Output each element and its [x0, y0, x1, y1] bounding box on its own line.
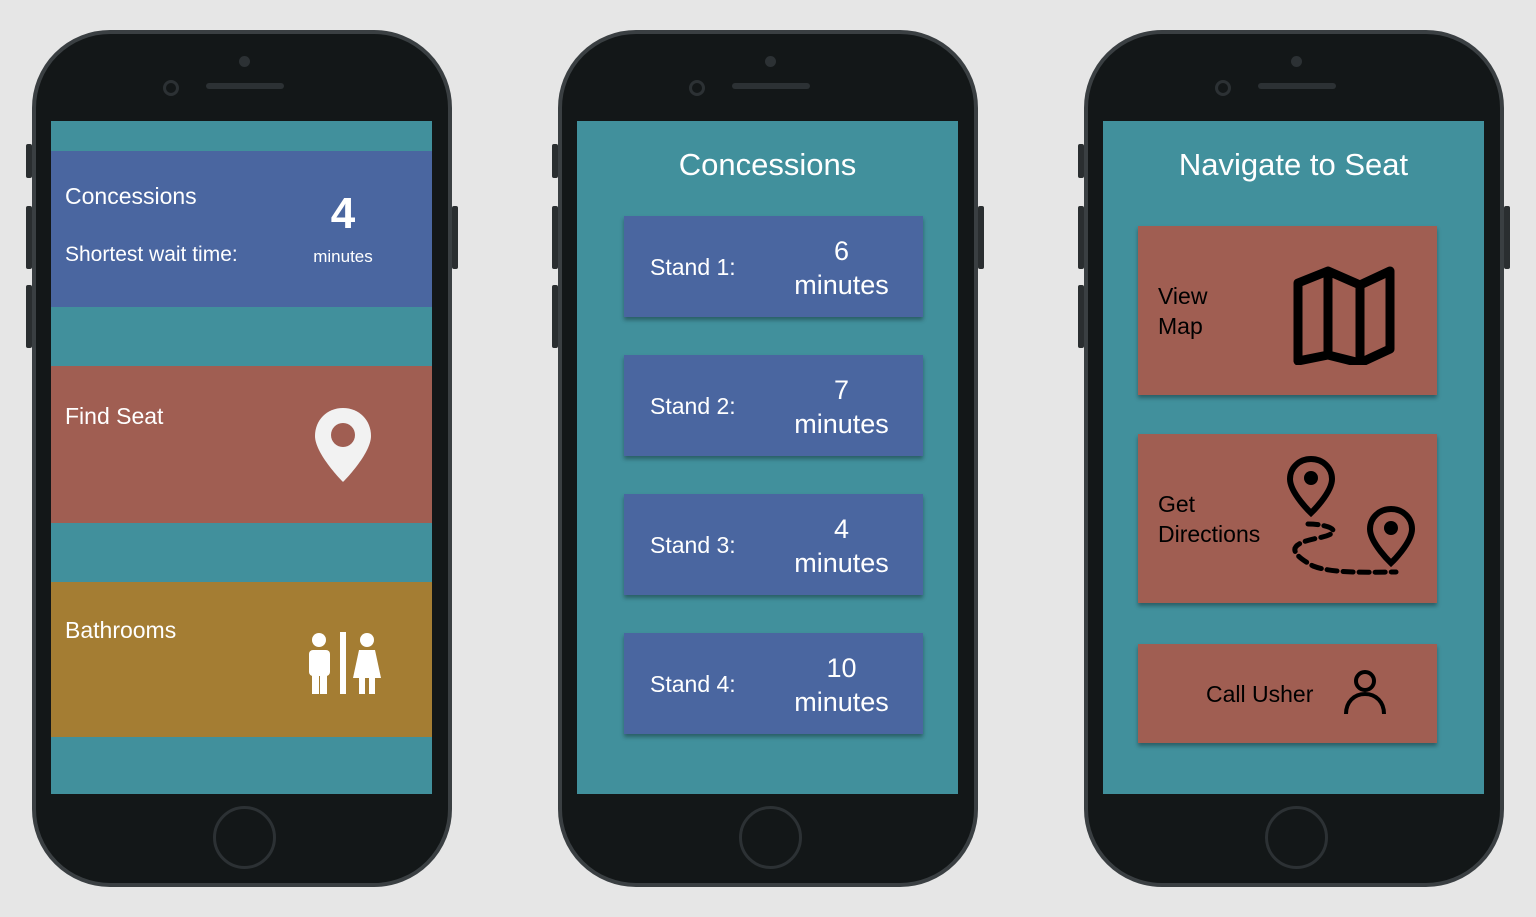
find-seat-card[interactable]: Find Seat — [51, 366, 432, 523]
stand-wait-value: 10 — [826, 653, 857, 683]
stand-card-2[interactable]: Stand 2: 7 minutes — [624, 355, 923, 456]
map-icon — [1293, 266, 1395, 365]
concessions-card[interactable]: Concessions Shortest wait time: 4 minute… — [51, 151, 432, 307]
page-title: Navigate to Seat — [1178, 147, 1409, 182]
stand-wait-value: 7 — [833, 375, 850, 405]
get-directions-button[interactable]: Get Directions — [1138, 434, 1437, 603]
route-icon — [1286, 456, 1416, 575]
map-pin-icon — [315, 408, 371, 482]
page-title: Concessions — [678, 147, 857, 182]
restroom-icon — [309, 632, 381, 694]
call-usher-label: Call Usher — [1206, 681, 1314, 707]
home-screen: Concessions Shortest wait time: 4 minute… — [51, 121, 432, 794]
stand-wait-value: 6 — [833, 236, 850, 266]
stand-wait-unit: minutes — [794, 409, 889, 439]
wait-unit: minutes — [313, 247, 373, 266]
view-map-line1: View — [1158, 283, 1208, 309]
shortest-wait-label: Shortest wait time: — [65, 243, 238, 266]
phone-concessions: Concessions Stand 1: 6 minutes Stand 2: 7 mi… — [552, 30, 984, 887]
concessions-screen: Concessions Stand 1: 6 minutes Stand 2: 7 mi… — [577, 121, 958, 794]
directions-line2: Directions — [1158, 521, 1261, 547]
stand-label: Stand 4: — [650, 671, 736, 697]
directions-line1: Get — [1158, 491, 1196, 517]
phone-navigate: Navigate to Seat View Map Get Directions C… — [1078, 30, 1510, 887]
bathrooms-card[interactable]: Bathrooms — [51, 582, 432, 737]
stand-label: Stand 1: — [650, 254, 736, 280]
phone-home: Concessions Shortest wait time: 4 minute… — [26, 30, 458, 887]
stand-card-3[interactable]: Stand 3: 4 minutes — [624, 494, 923, 595]
wait-value: 4 — [330, 189, 356, 238]
stand-wait-unit: minutes — [794, 548, 889, 578]
stand-wait-unit: minutes — [794, 270, 889, 300]
stand-label: Stand 3: — [650, 532, 736, 558]
home-button[interactable] — [739, 806, 802, 869]
stand-card-4[interactable]: Stand 4: 10 minutes — [624, 633, 923, 734]
call-usher-button[interactable]: Call Usher — [1138, 644, 1437, 743]
home-button[interactable] — [213, 806, 276, 869]
stand-wait-unit: minutes — [794, 687, 889, 717]
stand-wait-value: 4 — [833, 514, 850, 544]
concessions-title: Concessions — [65, 183, 197, 209]
home-button[interactable] — [1265, 806, 1328, 869]
navigate-screen: Navigate to Seat View Map Get Directions C… — [1103, 121, 1484, 794]
stand-card-1[interactable]: Stand 1: 6 minutes — [624, 216, 923, 317]
user-icon — [1344, 670, 1386, 715]
view-map-line2: Map — [1158, 313, 1203, 339]
view-map-button[interactable]: View Map — [1138, 226, 1437, 395]
stand-label: Stand 2: — [650, 393, 736, 419]
find-seat-title: Find Seat — [65, 403, 164, 429]
bathrooms-title: Bathrooms — [65, 617, 177, 643]
